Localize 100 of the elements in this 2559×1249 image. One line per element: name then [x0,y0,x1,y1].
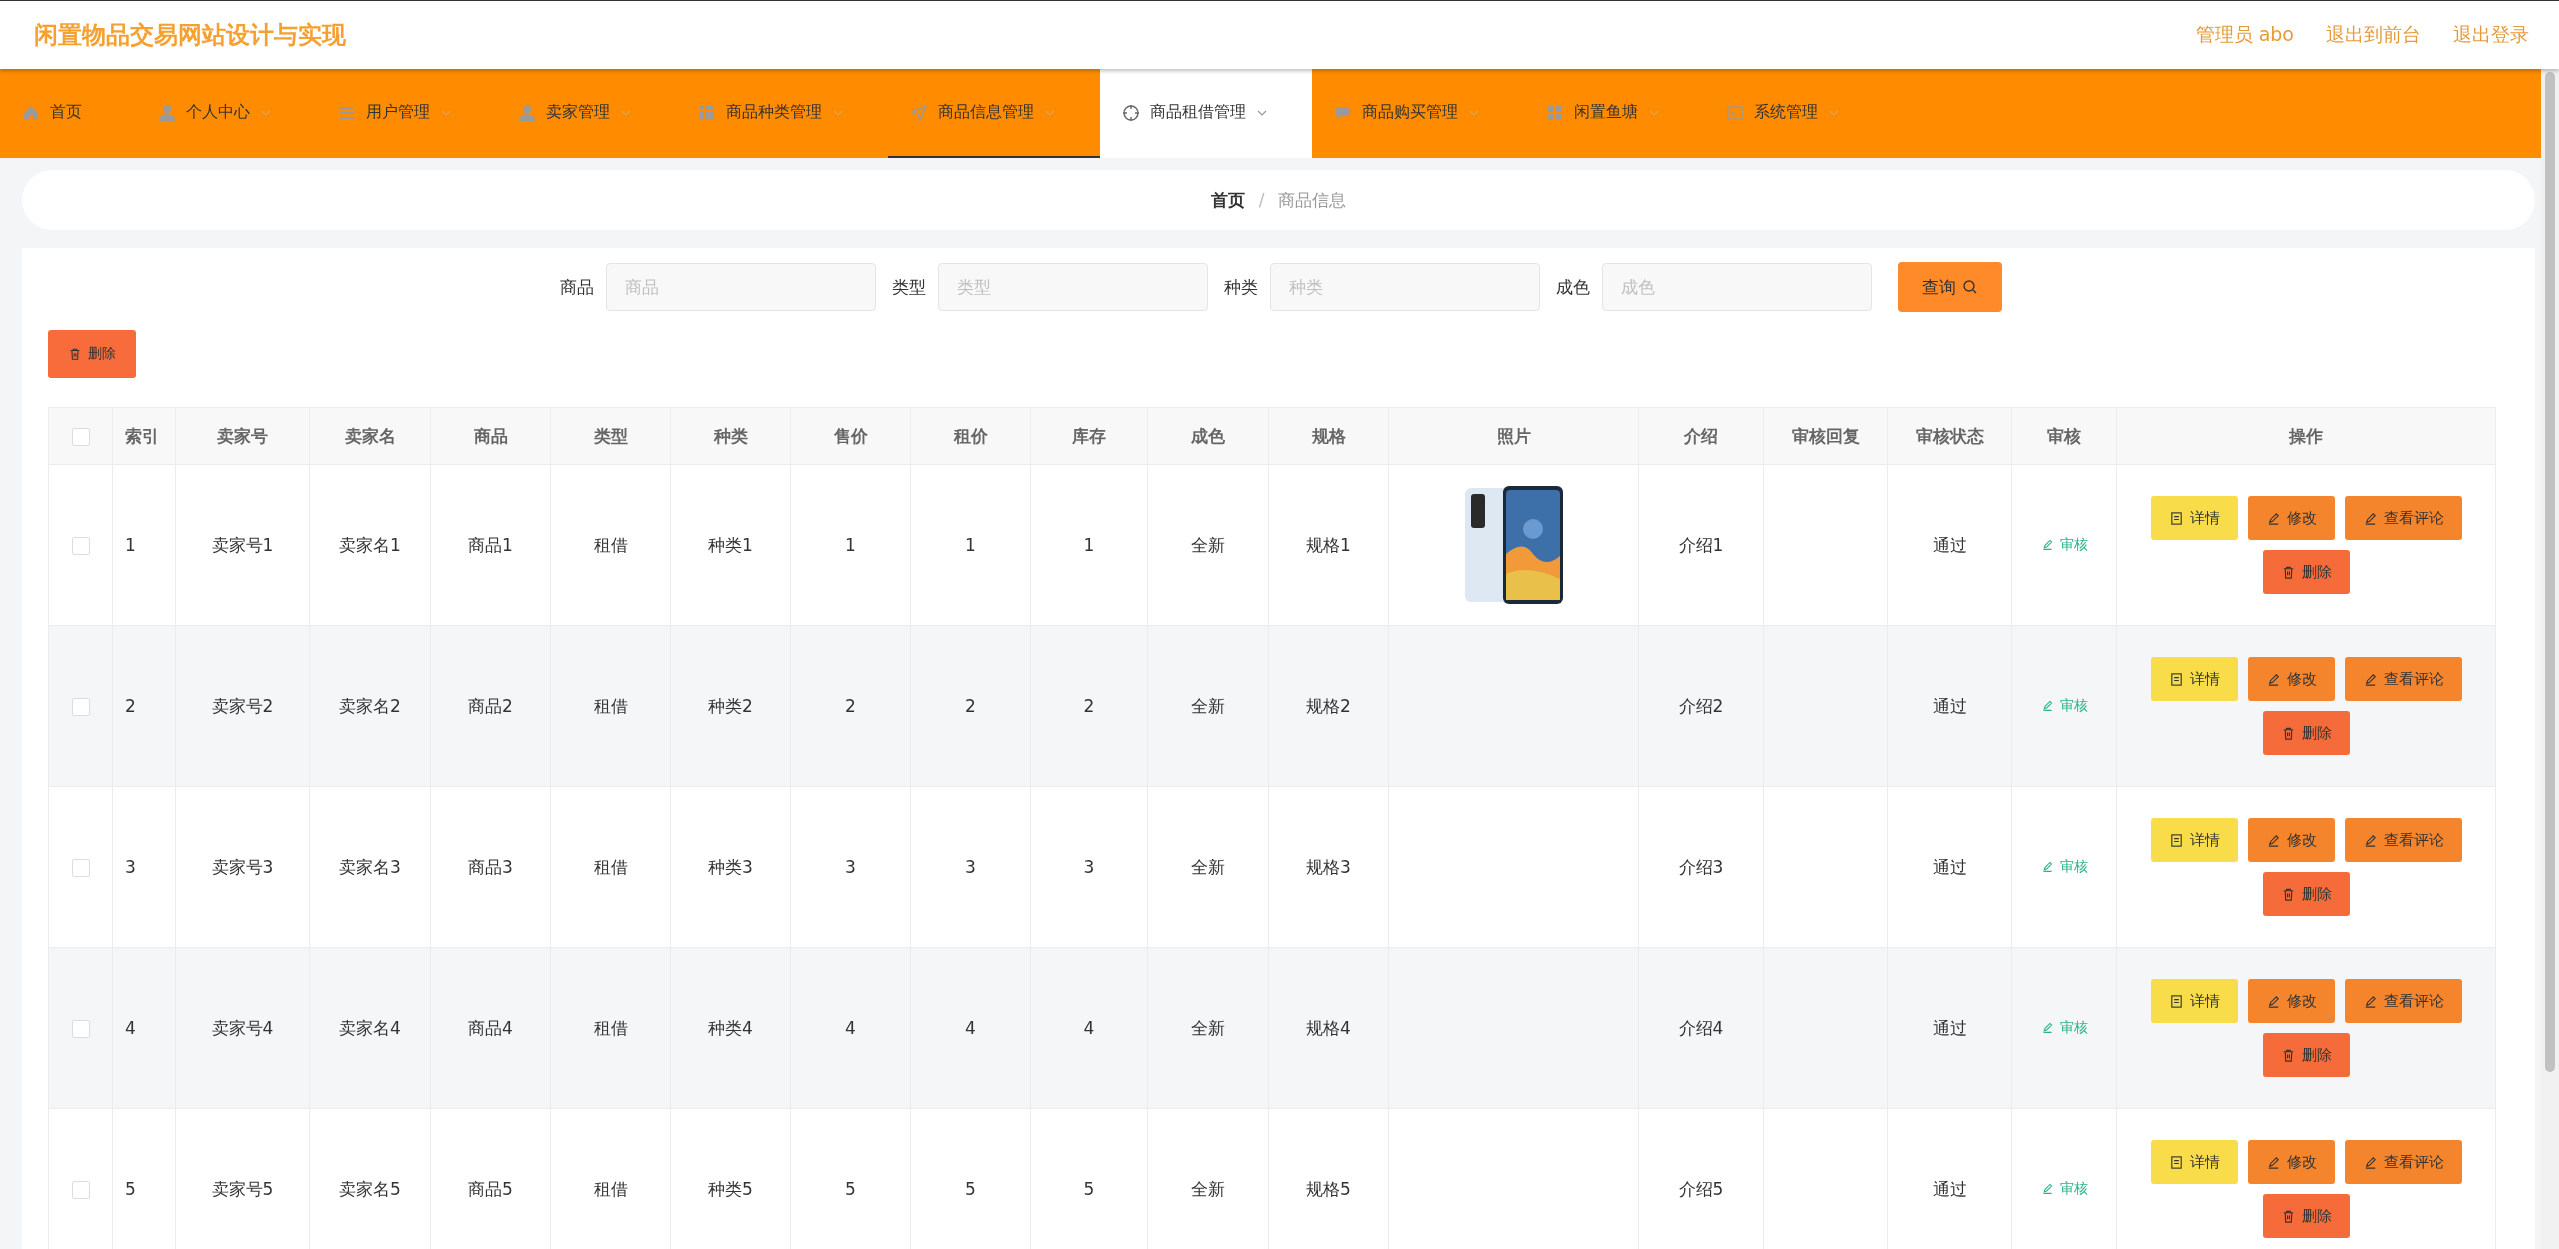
table-cell: 2 [910,625,1031,787]
review-link[interactable]: 审核 [2040,535,2088,554]
table-cell: 1 [1030,464,1148,626]
window-icon [1726,103,1744,122]
checkbox[interactable] [71,537,90,555]
nav-item[interactable]: 卖家管理 [496,69,676,158]
crosshair-icon [1122,103,1140,122]
review-link[interactable]: 审核 [2040,857,2088,876]
table-cell: 3 [790,786,911,948]
table-cell: 卖家名4 [309,947,431,1109]
checkbox[interactable] [71,1181,90,1199]
pencil-icon [2040,1182,2054,1195]
nav-item[interactable]: 系统管理 [1704,69,1884,158]
column-header: 索引 [112,407,176,465]
checkbox[interactable] [71,1020,90,1038]
details-button[interactable]: 详情 [2150,657,2238,701]
grid-icon [698,103,716,122]
nav-item[interactable]: 闲置鱼塘 [1524,69,1704,158]
nav-item[interactable]: 用户管理 [316,69,496,158]
search-icon [1961,279,1978,295]
scrollbar-thumb[interactable] [2545,72,2555,1072]
breadcrumb-link[interactable]: 首页 [1210,188,1245,212]
table-cell: 商品2 [430,625,551,787]
column-header: 审核回复 [1763,407,1888,465]
trash-icon [68,347,82,361]
comments-button[interactable]: 查看评论 [2344,657,2462,701]
document-icon [2168,671,2184,687]
review-link[interactable]: 审核 [2040,1179,2088,1198]
site-title: 闲置物品交易网站设计与实现 [34,20,346,51]
delete-button[interactable]: 删除 [2262,872,2350,916]
table-cell: 1 [790,464,911,626]
table-cell: 3 [112,786,176,948]
delete-button[interactable]: 删除 [2262,550,2350,594]
checkbox[interactable] [71,859,90,877]
field-label: 成色 [1555,275,1590,299]
table-cell: 介绍2 [1638,625,1764,787]
nav-item[interactable]: 商品购买管理 [1312,69,1524,158]
table-cell: 卖家号3 [175,786,310,948]
comments-button[interactable]: 查看评论 [2344,496,2462,540]
pencil-icon [2040,699,2054,712]
nav-item[interactable]: 首页 [0,69,136,158]
delete-button[interactable]: 删除 [2262,1194,2350,1238]
edit-button[interactable]: 修改 [2247,657,2335,701]
delete-button[interactable]: 删除 [2262,711,2350,755]
table-cell: 规格4 [1268,947,1389,1109]
delete-button[interactable]: 删除 [2262,1033,2350,1077]
table-cell: 种类2 [670,625,791,787]
search-field[interactable]: 类型 [937,263,1208,311]
edit-button[interactable]: 修改 [2247,818,2335,862]
details-button[interactable]: 详情 [2150,818,2238,862]
edit-button[interactable]: 修改 [2247,979,2335,1023]
table-cell: 通过 [1887,464,2012,626]
table-cell: 商品4 [430,947,551,1109]
column-header: 操作 [2116,407,2496,465]
table-cell: 4 [910,947,1031,1109]
user-icon [158,103,176,122]
search-button[interactable]: 查询 [1897,262,2002,312]
table-cell: 卖家名3 [309,786,431,948]
table-cell: 种类1 [670,464,791,626]
table-cell: 租借 [550,786,671,948]
nav-item[interactable]: 商品种类管理 [676,69,888,158]
edit-button[interactable]: 修改 [2247,1140,2335,1184]
comments-button[interactable]: 查看评论 [2344,1140,2462,1184]
table-cell: 商品3 [430,786,551,948]
checkbox[interactable] [71,428,90,446]
column-header: 卖家号 [175,407,310,465]
comments-button[interactable]: 查看评论 [2344,979,2462,1023]
table-cell: 规格3 [1268,786,1389,948]
table-cell: 介绍4 [1638,947,1764,1109]
table-cell: 种类3 [670,786,791,948]
table-cell: 租借 [550,464,671,626]
grid-icon [1546,103,1564,122]
details-button[interactable]: 详情 [2150,496,2238,540]
search-field[interactable]: 种类 [1269,263,1540,311]
nav-item[interactable]: 商品租借管理 [1100,69,1312,158]
table-cell: 1 [910,464,1031,626]
table-cell: 介绍3 [1638,786,1764,948]
table-cell: 全新 [1147,947,1269,1109]
column-header: 审核状态 [1887,407,2012,465]
search-field[interactable]: 成色 [1601,263,1872,311]
field-label: 类型 [891,275,926,299]
details-button[interactable]: 详情 [2150,1140,2238,1184]
document-icon [2168,993,2184,1009]
field-label: 种类 [1223,275,1258,299]
edit-button[interactable]: 修改 [2247,496,2335,540]
delete-button[interactable]: 删除 [48,330,136,378]
table-cell: 卖家号4 [175,947,310,1109]
column-header: 库存 [1030,407,1148,465]
table-cell: 种类4 [670,947,791,1109]
table-cell: 全新 [1147,625,1269,787]
breadcrumb-separator: / [1258,190,1265,210]
column-header: 介绍 [1638,407,1764,465]
field-label: 商品 [559,275,594,299]
checkbox[interactable] [71,698,90,716]
column-header: 卖家名 [309,407,431,465]
table-cell: 通过 [1887,947,2012,1109]
column-header: 审核 [2011,407,2117,465]
details-button[interactable]: 详情 [2150,979,2238,1023]
comments-button[interactable]: 查看评论 [2344,818,2462,862]
nav-item[interactable]: 个人中心 [136,69,316,158]
